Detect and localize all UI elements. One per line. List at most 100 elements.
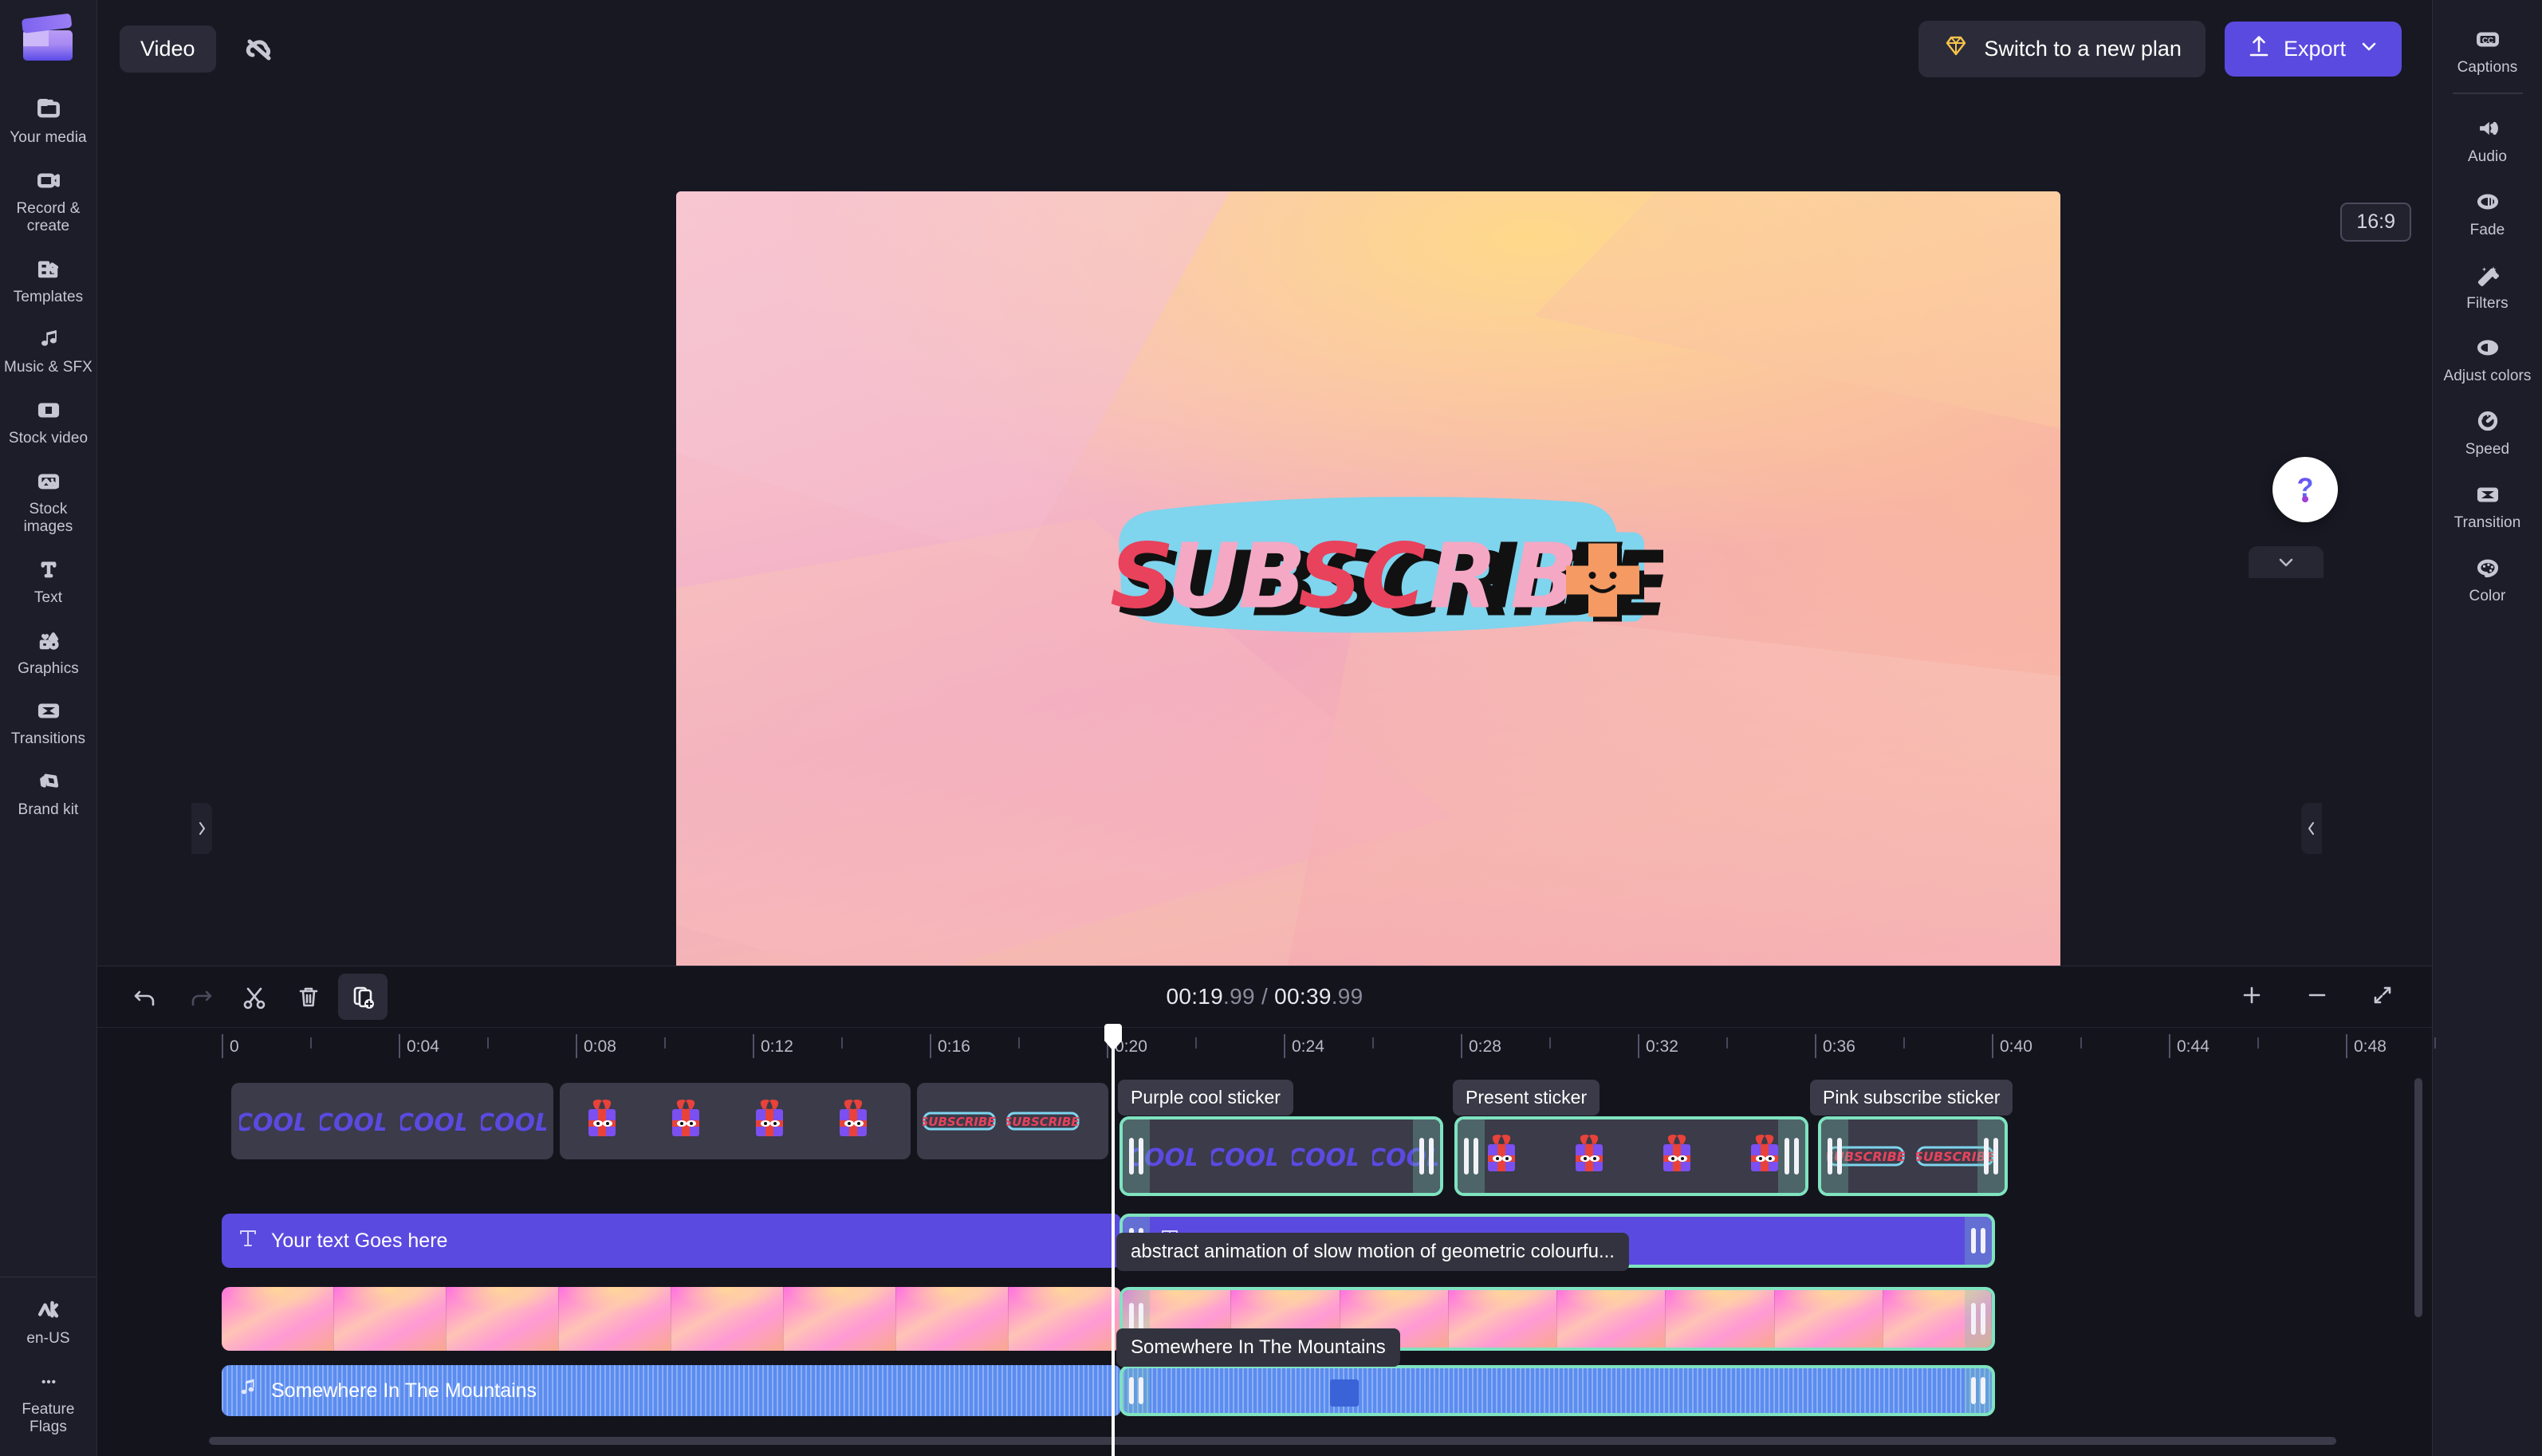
sidebar-label: Brand kit <box>18 801 79 819</box>
transition-icon <box>2472 480 2504 509</box>
sidebar-item-brand-kit[interactable]: Brand kit <box>0 757 96 828</box>
subscribe-sticker[interactable]: SUBSCRIBE S UB SC R I B E <box>1073 475 1672 687</box>
clip-trim-handle-right[interactable] <box>1965 1290 1992 1348</box>
sidebar-item-audio[interactable]: Audio <box>2433 102 2542 175</box>
sidebar-item-text[interactable]: Text <box>0 545 96 616</box>
aspect-ratio-badge[interactable]: 16:9 <box>2340 203 2411 242</box>
timeline-clip-audio[interactable]: Somewhere In The Mountains <box>222 1365 1121 1416</box>
sidebar-item-language[interactable]: en-US <box>0 1285 96 1356</box>
sidebar-item-fade[interactable]: Fade <box>2433 175 2542 249</box>
clip-label-purple-cool: Purple cool sticker <box>1118 1080 1293 1116</box>
current-time-frac: .99 <box>1223 984 1255 1009</box>
clip-trim-handle-left[interactable] <box>1821 1120 1848 1193</box>
duplicate-button[interactable] <box>338 974 388 1020</box>
timeline-clip-audio-selected[interactable] <box>1120 1365 1995 1416</box>
fit-to-screen-button[interactable] <box>2367 979 2398 1015</box>
collapse-right-panel-button[interactable] <box>2301 803 2322 854</box>
clip-trim-handle-right[interactable] <box>1977 1120 2005 1193</box>
video-canvas[interactable]: SUBSCRIBE S UB SC R I B E <box>676 191 2060 970</box>
time-separator: / <box>1254 984 1275 1009</box>
sidebar-item-transition[interactable]: Transition <box>2433 468 2542 541</box>
timeline-clip-present-1[interactable] <box>560 1083 911 1159</box>
undo-button[interactable] <box>121 974 171 1020</box>
sidebar-item-stock-video[interactable]: Stock video <box>0 385 96 456</box>
timeline-clip-present-selected[interactable] <box>1454 1116 1808 1196</box>
export-button[interactable]: Export <box>2224 21 2402 77</box>
sidebar-item-adjust-colors[interactable]: Adjust colors <box>2433 321 2542 395</box>
zoom-out-button[interactable] <box>2301 979 2333 1015</box>
clip-trim-handle-left[interactable] <box>1123 1368 1150 1413</box>
clip-trim-handle-right[interactable] <box>1965 1368 1992 1413</box>
sidebar-item-captions[interactable]: CC Captions <box>2433 13 2542 86</box>
timeline-clip-pink-subscribe-selected[interactable]: SUBSCRIBE SUBSCRIBE <box>1818 1116 2008 1196</box>
sidebar-item-music-sfx[interactable]: Music & SFX <box>0 314 96 385</box>
sidebar-label: Record & create <box>16 199 81 234</box>
video-camera-icon <box>33 166 65 195</box>
timeline-vertical-scrollbar[interactable] <box>2414 1078 2422 1317</box>
time-display: 00:19.99 / 00:39.99 <box>97 984 2432 1009</box>
sidebar-item-stock-images[interactable]: Stock images <box>0 456 96 545</box>
timeline-clip-video[interactable] <box>222 1287 1121 1351</box>
app-logo-icon[interactable] <box>20 10 77 67</box>
timeline-ruler[interactable]: 0 0:04 0:08 0:12 0:16 0:20 0:24 0:28 0:32 0:36 0:4… <box>97 1027 2436 1064</box>
film-strip-icon <box>33 395 65 424</box>
ruler-tick <box>930 1034 931 1058</box>
ruler-tick-minor <box>310 1037 312 1049</box>
present-sticker-thumb <box>811 1083 895 1159</box>
ruler-tick-minor <box>664 1037 666 1049</box>
sidebar-item-speed[interactable]: Speed <box>2433 395 2542 468</box>
ruler-tick <box>2346 1034 2347 1058</box>
sidebar-item-templates[interactable]: Templates <box>0 244 96 315</box>
tooltip-video-clip: abstract animation of slow motion of geo… <box>1116 1233 1629 1271</box>
collapse-panel-button[interactable] <box>2249 546 2324 578</box>
ruler-tick-label: 0:40 <box>2000 1037 2032 1056</box>
sidebar-item-filters[interactable]: Filters <box>2433 249 2542 322</box>
ruler-tick-label: 0:32 <box>1646 1037 1678 1056</box>
sidebar-item-record-create[interactable]: Record & create <box>0 155 96 244</box>
sidebar-label: Graphics <box>18 659 79 677</box>
ruler-tick-minor <box>2434 1037 2436 1049</box>
timeline-clip-purple-cool-selected[interactable]: COOL COOL COOL COOL <box>1120 1116 1443 1196</box>
sidebar-item-color[interactable]: Color <box>2433 541 2542 615</box>
svg-text:COOL: COOL <box>239 1109 305 1137</box>
clip-trim-handle-right[interactable] <box>1413 1120 1440 1193</box>
zoom-in-button[interactable] <box>2236 979 2268 1015</box>
present-sticker-thumb <box>1633 1120 1721 1193</box>
text-t-icon <box>33 555 65 584</box>
present-sticker-thumb <box>727 1083 811 1159</box>
timeline-clip-text[interactable]: Your text Goes here <box>222 1214 1121 1268</box>
redo-button[interactable] <box>175 974 225 1020</box>
expand-left-panel-button[interactable] <box>191 803 212 854</box>
ruler-tick-label: 0 <box>230 1037 239 1056</box>
sidebar-item-your-media[interactable]: Your media <box>0 85 96 155</box>
help-button[interactable]: ? <box>2272 457 2338 522</box>
switch-plan-button[interactable]: Switch to a new plan <box>1918 20 2206 77</box>
tab-video[interactable]: Video <box>120 25 216 73</box>
clip-trim-handle-right[interactable] <box>1965 1217 1992 1265</box>
ruler-tick-minor <box>1195 1037 1197 1049</box>
music-note-icon <box>238 1377 258 1405</box>
timeline-horizontal-scrollbar[interactable] <box>209 1437 2336 1445</box>
sidebar-label: Music & SFX <box>4 359 92 376</box>
ruler-tick <box>1461 1034 1462 1058</box>
cloud-off-icon[interactable] <box>242 31 277 66</box>
clip-thumbnails <box>560 1083 911 1159</box>
fade-icon <box>2472 187 2504 216</box>
diamond-icon <box>1942 33 1969 65</box>
clip-trim-handle-left[interactable] <box>1458 1120 1485 1193</box>
clip-trim-handle-right[interactable] <box>1778 1120 1805 1193</box>
timeline-clip-cool-1[interactable]: COOL COOL COOL COOL <box>231 1083 553 1159</box>
sidebar-label: Templates <box>13 288 84 305</box>
timeline-clip-subscribe-1[interactable]: SUBSCRIBE SUBSCRIBE <box>917 1083 1108 1159</box>
delete-button[interactable] <box>284 974 333 1020</box>
sidebar-item-transitions[interactable]: Transitions <box>0 686 96 757</box>
sidebar-item-feature-flags[interactable]: Feature Flags <box>0 1356 96 1445</box>
split-button[interactable] <box>230 974 279 1020</box>
timeline-tracks: COOL COOL COOL COOL <box>97 1064 2432 1456</box>
music-note-icon <box>33 325 65 353</box>
playhead[interactable] <box>1104 1024 1122 1456</box>
sidebar-label: Fade <box>2469 221 2505 238</box>
cool-sticker-thumb: COOL <box>231 1083 312 1159</box>
sidebar-item-graphics[interactable]: Graphics <box>0 616 96 687</box>
clip-trim-handle-left[interactable] <box>1123 1120 1150 1193</box>
